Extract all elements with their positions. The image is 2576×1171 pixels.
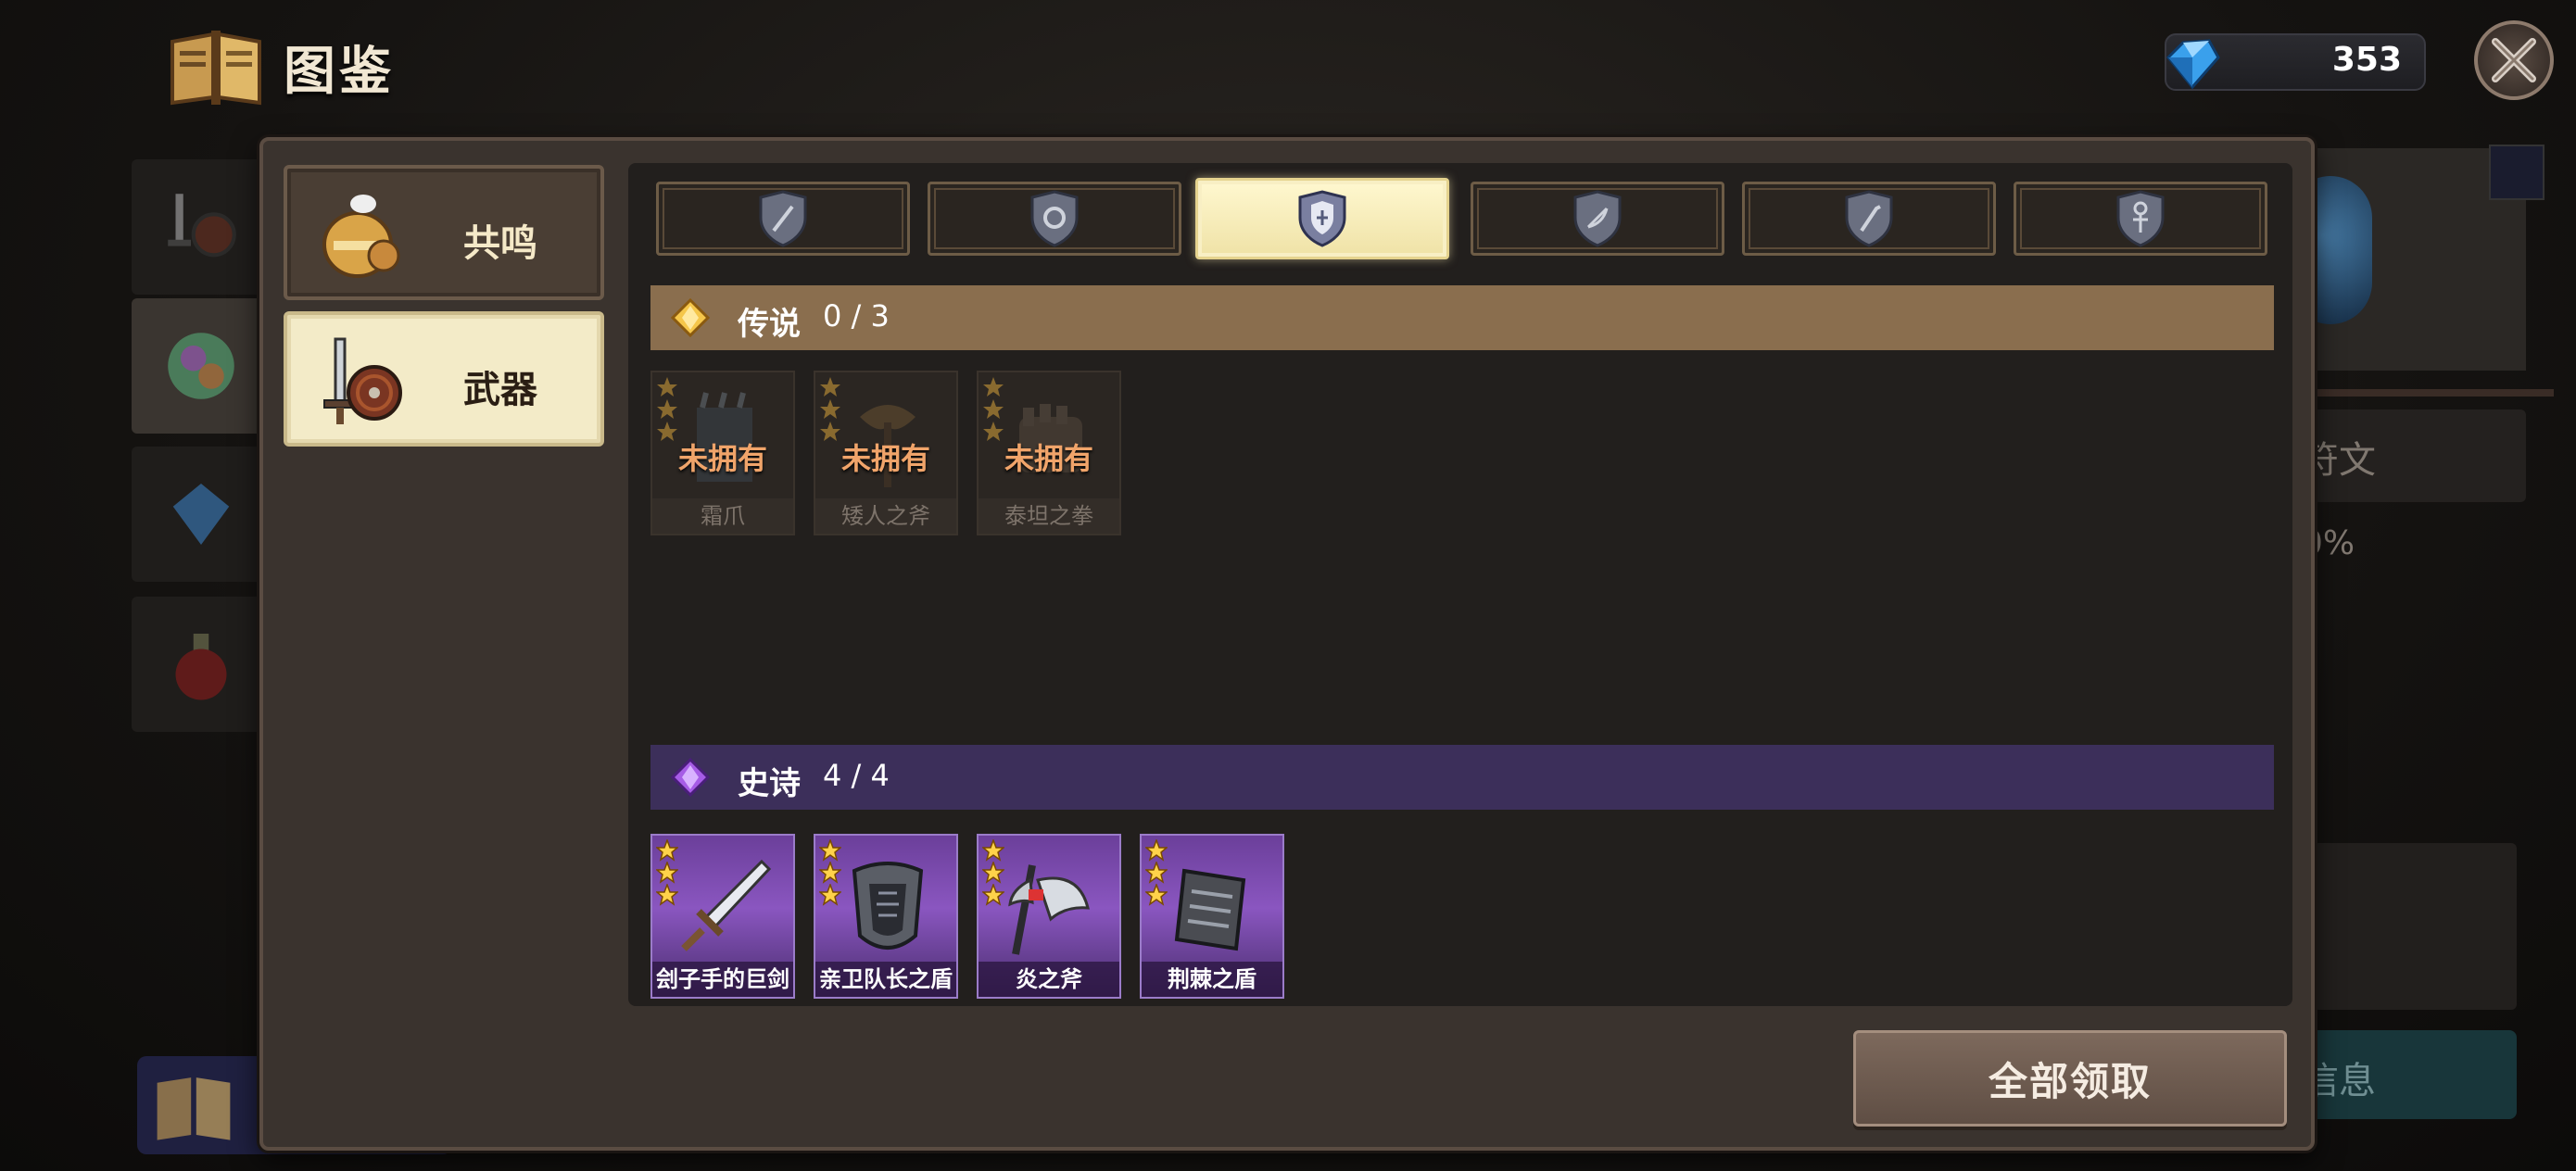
- close-icon: [2492, 38, 2536, 82]
- gold-diamond-icon: [671, 298, 710, 337]
- orb-shield-badge-icon: [1030, 190, 1079, 247]
- unowned-label: 未拥有: [1004, 441, 1093, 476]
- bg-corner-thumb: [2489, 145, 2544, 200]
- legendary-header: 传说 0 / 3: [650, 285, 2274, 350]
- epic-item-thorn-shield[interactable]: 荆棘之盾: [1140, 834, 1284, 999]
- epic-label: 史诗: [738, 765, 801, 802]
- dagger-shield-badge-icon: [1845, 190, 1893, 247]
- bg-tab-gem: [132, 298, 271, 434]
- bg-tab-potion: [132, 597, 271, 732]
- helmet-icon: [322, 195, 400, 278]
- blue-gem-icon: [2166, 39, 2220, 90]
- epic-header: 史诗 4 / 4: [650, 745, 2274, 810]
- purple-diamond-icon: [671, 758, 710, 797]
- category-weapon-label: 武器: [463, 369, 537, 411]
- type-tab-shield[interactable]: [1195, 178, 1449, 259]
- unowned-label: 未拥有: [840, 441, 930, 476]
- legendary-label: 传说: [738, 306, 801, 343]
- type-tab-orb[interactable]: [928, 182, 1181, 256]
- type-tab-staff[interactable]: [2014, 182, 2267, 256]
- item-name: 矮人之斧: [815, 498, 956, 534]
- epic-item-flame-axe[interactable]: 炎之斧: [977, 834, 1121, 999]
- item-name: 霜爪: [652, 498, 793, 534]
- legendary-item-dwarf-axe[interactable]: 未拥有 矮人之斧: [814, 371, 958, 535]
- greatsword-icon: [681, 859, 772, 951]
- legendary-count: 0 / 3: [823, 298, 890, 334]
- claim-all-button[interactable]: 全部领取: [1853, 1030, 2287, 1127]
- item-name: 炎之斧: [979, 962, 1119, 997]
- type-tab-bow[interactable]: [1471, 182, 1724, 256]
- gem-count: 353: [2331, 41, 2402, 79]
- bg-right-box2: [2313, 843, 2517, 1010]
- legendary-item-titan-fist[interactable]: 未拥有 泰坦之拳: [977, 371, 1121, 535]
- legendary-item-frostclaw[interactable]: 未拥有 霜爪: [650, 371, 795, 535]
- bg-tab-weapon: [132, 159, 271, 295]
- book-icon: [167, 25, 265, 108]
- category-resonance[interactable]: 共鸣: [284, 165, 604, 300]
- epic-item-executioner-greatsword[interactable]: 刽子手的巨剑: [650, 834, 795, 999]
- close-button[interactable]: [2474, 20, 2554, 100]
- potion-icon: [175, 634, 227, 700]
- sword-shield-icon: [168, 194, 236, 258]
- gem-currency[interactable]: 353: [2165, 33, 2426, 91]
- blue-crystal-icon: [172, 484, 230, 545]
- epic-count: 4 / 4: [823, 758, 890, 793]
- staff-shield-badge-icon: [2116, 190, 2165, 247]
- category-resonance-label: 共鸣: [463, 222, 537, 265]
- type-tab-sword[interactable]: [656, 182, 910, 256]
- axe-icon: [1008, 864, 1090, 955]
- page-title: 图鉴: [284, 41, 395, 102]
- bg-tab-crystal: [132, 447, 271, 582]
- bg-right-line: [2313, 389, 2554, 397]
- header: 图鉴: [167, 20, 395, 113]
- sword-shield-icon: [323, 337, 402, 424]
- spiked-shield-icon: [1174, 868, 1246, 951]
- epic-item-guard-captain-shield[interactable]: 亲卫队长之盾: [814, 834, 958, 999]
- item-name: 刽子手的巨剑: [652, 962, 793, 997]
- bow-shield-badge-icon: [1573, 190, 1622, 247]
- category-weapon[interactable]: 武器: [284, 311, 604, 447]
- book-icon: [157, 1077, 231, 1140]
- tower-shield-icon: [852, 862, 924, 950]
- sword-shield-badge-icon: [759, 190, 807, 247]
- item-name: 荆棘之盾: [1142, 962, 1282, 997]
- item-name: 亲卫队长之盾: [815, 962, 956, 997]
- unowned-label: 未拥有: [677, 441, 767, 476]
- shield-badge-icon: [1298, 190, 1346, 247]
- item-name: 泰坦之拳: [979, 498, 1119, 534]
- type-tab-dagger[interactable]: [1742, 182, 1996, 256]
- rainbow-gem-icon: [168, 333, 234, 399]
